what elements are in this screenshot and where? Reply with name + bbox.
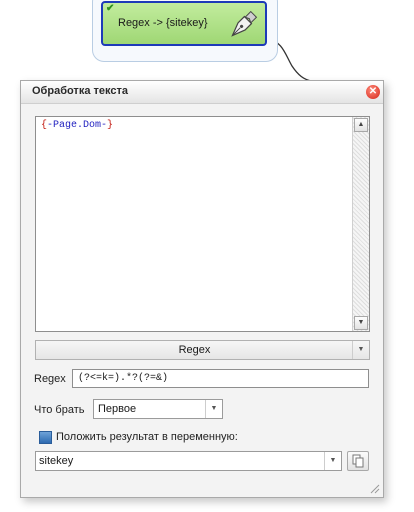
text-processing-dialog: Обработка текста ✕ {-Page.Dom-} ▲ ▼ Rege…: [20, 80, 384, 498]
chevron-down-icon[interactable]: ▼: [205, 400, 222, 418]
close-brace: }: [107, 120, 114, 131]
scroll-up-icon[interactable]: ▲: [354, 118, 368, 132]
pen-nib-icon: [231, 10, 258, 37]
copy-icon: [352, 454, 364, 468]
save-to-variable-label: Положить результат в переменную:: [56, 431, 238, 443]
take-select-value: Первое: [98, 403, 137, 415]
save-to-variable-checkbox[interactable]: [39, 431, 52, 444]
node-label: Regex -> {sitekey}: [118, 17, 208, 29]
close-icon[interactable]: ✕: [366, 85, 380, 99]
copy-button[interactable]: [347, 451, 369, 471]
chevron-down-icon[interactable]: ▼: [352, 341, 369, 359]
resize-grip-icon[interactable]: [368, 482, 380, 494]
chevron-down-icon[interactable]: ▼: [324, 452, 341, 470]
mode-select[interactable]: Regex ▼: [35, 340, 370, 360]
text-editor[interactable]: {-Page.Dom-} ▲ ▼: [35, 116, 370, 332]
dialog-titlebar[interactable]: Обработка текста ✕: [21, 81, 383, 104]
dialog-title: Обработка текста: [32, 85, 128, 97]
take-select[interactable]: Первое ▼: [93, 399, 223, 419]
regex-action-node[interactable]: ✔ Regex -> {sitekey}: [101, 1, 267, 46]
variable-select[interactable]: sitekey ▼: [35, 451, 342, 471]
regex-label: Regex: [34, 373, 66, 385]
variable-select-value: sitekey: [39, 455, 74, 467]
scroll-down-icon[interactable]: ▼: [354, 316, 368, 330]
editor-scrollbar[interactable]: ▲ ▼: [352, 117, 369, 331]
regex-input[interactable]: (?<=k=).*?(?=&): [72, 369, 369, 388]
variable-reference: -Page.Dom-: [47, 120, 108, 131]
take-label: Что брать: [34, 404, 85, 416]
mode-select-value: Regex: [178, 344, 211, 356]
editor-content: {-Page.Dom-}: [41, 120, 113, 131]
check-icon: ✔: [106, 3, 115, 14]
